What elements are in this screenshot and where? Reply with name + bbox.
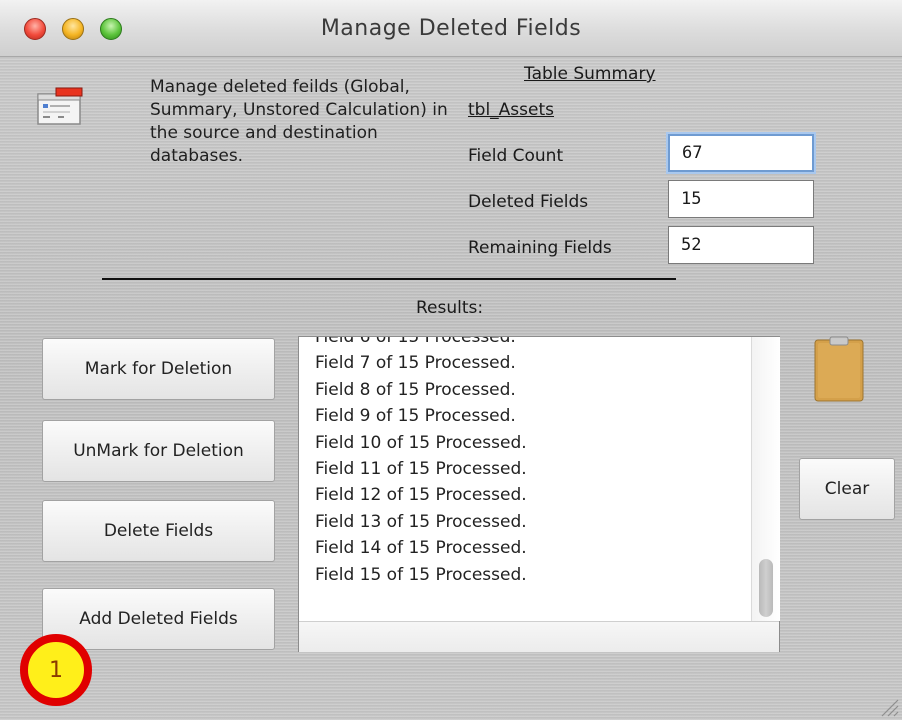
results-list: Field 6 of 15 Processed. Field 7 of 15 P… <box>299 337 749 621</box>
result-line: Field 6 of 15 Processed. <box>315 337 516 347</box>
title-bar: Manage Deleted Fields <box>0 0 902 57</box>
remaining-fields-field[interactable]: 52 <box>668 226 814 264</box>
unmark-for-deletion-button[interactable]: UnMark for Deletion <box>42 420 275 482</box>
results-scroll-thumb[interactable] <box>759 559 773 617</box>
results-horizontal-scrollbar[interactable] <box>299 621 779 652</box>
database-window-icon <box>37 87 83 125</box>
result-line: Field 8 of 15 Processed. <box>315 379 516 400</box>
result-line: Field 11 of 15 Processed. <box>315 459 527 480</box>
results-vertical-scrollbar[interactable] <box>751 337 780 621</box>
deleted-fields-field[interactable]: 15 <box>668 180 814 218</box>
result-line: Field 13 of 15 Processed. <box>315 511 527 532</box>
delete-fields-button[interactable]: Delete Fields <box>42 500 275 562</box>
results-text-area[interactable]: Field 6 of 15 Processed. Field 7 of 15 P… <box>298 336 780 652</box>
table-summary-heading: Table Summary <box>524 64 656 84</box>
result-line: Field 12 of 15 Processed. <box>315 485 527 506</box>
clear-button[interactable]: Clear <box>799 458 895 520</box>
step-badge: 1 <box>20 634 92 706</box>
result-line: Field 10 of 15 Processed. <box>315 432 527 453</box>
results-label: Results: <box>416 298 484 318</box>
deleted-fields-label: Deleted Fields <box>468 192 589 212</box>
clipboard-icon[interactable] <box>814 336 864 402</box>
section-divider <box>102 278 676 280</box>
result-line: Field 15 of 15 Processed. <box>315 564 527 585</box>
resize-grip-icon[interactable] <box>878 694 900 718</box>
result-line: Field 7 of 15 Processed. <box>315 353 516 374</box>
table-name-link[interactable]: tbl_Assets <box>468 100 554 120</box>
result-line: Field 14 of 15 Processed. <box>315 538 527 559</box>
description-text: Manage deleted feilds (Global, Summary, … <box>150 77 448 166</box>
result-line: Field 9 of 15 Processed. <box>315 406 516 427</box>
field-count-label: Field Count <box>468 146 564 166</box>
field-count-field[interactable]: 67 <box>668 134 814 172</box>
mark-for-deletion-button[interactable]: Mark for Deletion <box>42 338 275 400</box>
remaining-fields-label: Remaining Fields <box>468 238 612 258</box>
window-title: Manage Deleted Fields <box>320 16 582 41</box>
